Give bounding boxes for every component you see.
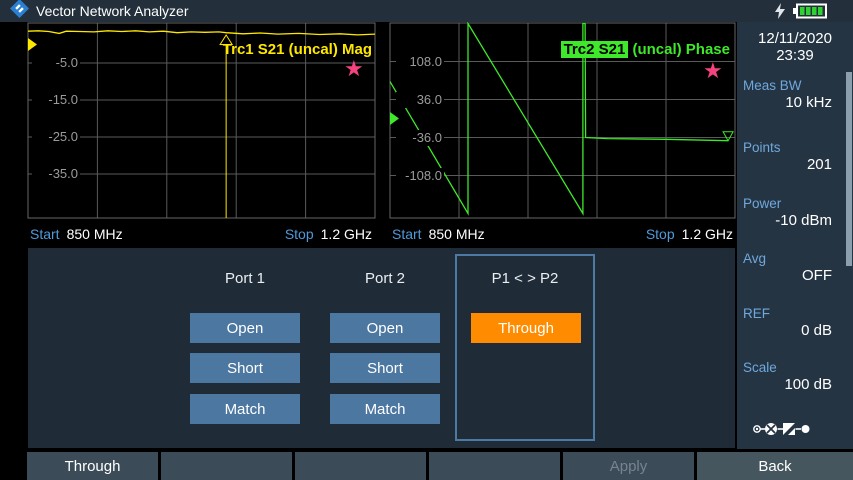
mag-ytick-label: -15.0 bbox=[32, 92, 80, 108]
stop-value: 1.2 GHz bbox=[321, 226, 372, 242]
port2-title: Port 2 bbox=[330, 270, 440, 287]
item-value: 201 bbox=[737, 156, 853, 173]
sidebar-item-avg[interactable]: Avg OFF bbox=[737, 251, 853, 284]
item-value: 100 dB bbox=[737, 376, 853, 393]
mag-ytick-label: -25.0 bbox=[32, 129, 80, 145]
item-value: 10 kHz bbox=[737, 94, 853, 111]
item-label: Scale bbox=[737, 360, 853, 375]
phase-ytick-label: -36.0 bbox=[396, 130, 444, 146]
port1-short-button[interactable]: Short bbox=[190, 353, 300, 383]
item-label: Meas BW bbox=[737, 78, 853, 93]
mag-stop-frequency[interactable]: Stop 1.2 GHz bbox=[285, 226, 372, 242]
item-label: Avg bbox=[737, 251, 853, 266]
port1-title: Port 1 bbox=[190, 270, 300, 287]
phase-ytick-label: 108.0 bbox=[396, 54, 444, 70]
softkey-empty-2 bbox=[295, 452, 426, 480]
rs-logo-icon bbox=[10, 0, 29, 23]
item-value: 0 dB bbox=[737, 322, 853, 339]
date-label: 12/11/2020 bbox=[737, 30, 853, 47]
port-cal-path-icon bbox=[752, 420, 818, 443]
calibration-dialog: Port 1 Open Short Match Port 2 Open Shor… bbox=[28, 248, 735, 448]
date-time: 12/11/2020 23:39 bbox=[737, 30, 853, 64]
phase-ytick-label: -108.0 bbox=[396, 168, 444, 184]
stop-label: Stop bbox=[646, 226, 675, 242]
through-button[interactable]: Through bbox=[471, 313, 581, 343]
p1p2-selected-box: P1 < > P2 Through bbox=[455, 254, 595, 441]
sidebar-item-scale[interactable]: Scale 100 dB bbox=[737, 360, 853, 393]
item-label: Power bbox=[737, 196, 853, 211]
port2-match-button[interactable]: Match bbox=[330, 394, 440, 424]
item-label: Points bbox=[737, 140, 853, 155]
start-label: Start bbox=[392, 226, 422, 242]
port2-open-button[interactable]: Open bbox=[330, 313, 440, 343]
stop-value: 1.2 GHz bbox=[682, 226, 733, 242]
trace2-label-rest: (uncal) Phase bbox=[628, 41, 730, 58]
star-marker-icon: ★ bbox=[344, 58, 364, 80]
mag-ytick-label: -5.0 bbox=[32, 55, 80, 71]
battery-icon bbox=[793, 3, 827, 24]
p1p2-title: P1 < > P2 bbox=[470, 270, 580, 287]
port1-match-button[interactable]: Match bbox=[190, 394, 300, 424]
trace2-label-highlight: Trc2 S21 bbox=[561, 41, 629, 58]
stop-label: Stop bbox=[285, 226, 314, 242]
charging-icon bbox=[774, 3, 786, 24]
star-marker-icon: ★ bbox=[703, 60, 723, 82]
mag-ytick-label: -35.0 bbox=[32, 166, 80, 182]
softkey-empty-3 bbox=[429, 452, 560, 480]
port2-short-button[interactable]: Short bbox=[330, 353, 440, 383]
start-value: 850 MHz bbox=[429, 226, 485, 242]
vna-screen: Vector Network Analyzer -5.0 -15.0 -25.0… bbox=[0, 0, 853, 480]
time-label: 23:39 bbox=[737, 47, 853, 64]
app-title: Vector Network Analyzer bbox=[36, 3, 189, 19]
sidebar-item-power[interactable]: Power -10 dBm bbox=[737, 196, 853, 229]
item-value: -10 dBm bbox=[737, 212, 853, 229]
sidebar-item-meas-bw[interactable]: Meas BW 10 kHz bbox=[737, 78, 853, 111]
softkey-through[interactable]: Through bbox=[27, 452, 158, 480]
settings-sidebar: 12/11/2020 23:39 Meas BW 10 kHz Points 2… bbox=[737, 22, 853, 449]
softkey-empty-1 bbox=[161, 452, 292, 480]
port1-open-button[interactable]: Open bbox=[190, 313, 300, 343]
charts-area: -5.0 -15.0 -25.0 -35.0 108.0 36.0 -36.0 … bbox=[0, 22, 737, 248]
trace2-label: Trc2 S21 (uncal) Phase bbox=[561, 41, 730, 58]
phase-start-frequency[interactable]: Start 850 MHz bbox=[392, 226, 485, 242]
start-label: Start bbox=[30, 226, 60, 242]
phase-stop-frequency[interactable]: Stop 1.2 GHz bbox=[646, 226, 733, 242]
mag-start-frequency[interactable]: Start 850 MHz bbox=[30, 226, 123, 242]
sidebar-item-points[interactable]: Points 201 bbox=[737, 140, 853, 173]
phase-ytick-label: 36.0 bbox=[396, 92, 444, 108]
softkey-back[interactable]: Back bbox=[697, 452, 853, 480]
sidebar-item-ref[interactable]: REF 0 dB bbox=[737, 306, 853, 339]
softkey-bar: Through Apply Back bbox=[0, 452, 853, 480]
softkey-apply[interactable]: Apply bbox=[563, 452, 694, 480]
title-bar: Vector Network Analyzer bbox=[0, 0, 853, 22]
item-value: OFF bbox=[737, 267, 853, 284]
start-value: 850 MHz bbox=[67, 226, 123, 242]
item-label: REF bbox=[737, 306, 853, 321]
